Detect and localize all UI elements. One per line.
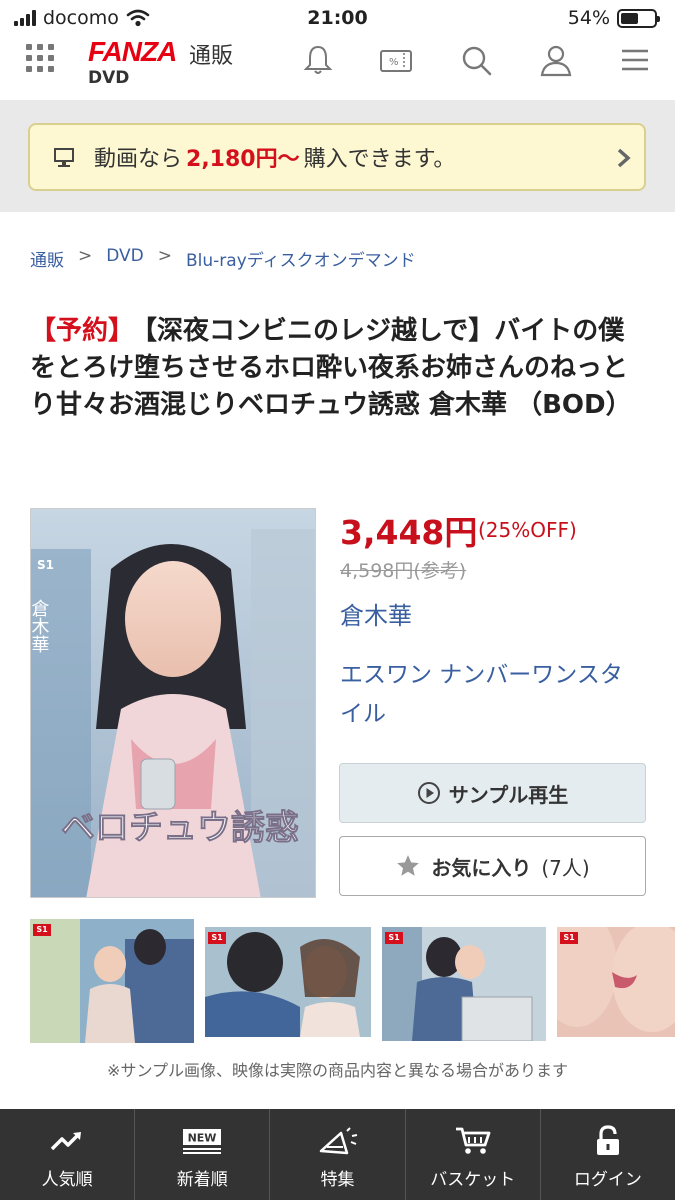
tab-login[interactable]: ログイン xyxy=(541,1109,675,1200)
site-header: FANZA 通販 DVD % xyxy=(0,36,675,100)
cart-icon xyxy=(455,1127,491,1154)
new-badge-text: NEW xyxy=(188,1132,217,1145)
favorite-button[interactable]: お気に入り (7人) xyxy=(339,836,646,896)
promo-area: 動画なら 2,180円〜 購入できます。 xyxy=(0,100,675,212)
wifi-icon xyxy=(126,9,150,27)
favorite-count: (7人) xyxy=(541,855,590,880)
breadcrumb-link-shop[interactable]: 通販 xyxy=(30,246,64,271)
sample-thumbnail[interactable]: S1 xyxy=(30,919,194,1043)
banner-suffix: 購入できます。 xyxy=(303,147,456,172)
breadcrumb-separator: > xyxy=(78,246,93,266)
new-icon: NEW xyxy=(183,1129,222,1154)
sample-play-button[interactable]: サンプル再生 xyxy=(339,763,646,823)
sample-thumbnail[interactable]: S1 xyxy=(205,927,371,1037)
breadcrumb-link-bluray[interactable]: Blu-rayディスクオンデマンド xyxy=(186,246,416,271)
status-bar: docomo 21:00 54% xyxy=(0,0,675,36)
tab-label: 新着順 xyxy=(176,1170,228,1190)
svg-text:%: % xyxy=(389,57,399,68)
search-icon[interactable] xyxy=(458,42,494,78)
bell-icon[interactable] xyxy=(300,42,336,78)
banner-price: 2,180円〜 xyxy=(186,147,300,172)
lock-icon xyxy=(596,1125,619,1155)
sample-play-label: サンプル再生 xyxy=(448,782,569,807)
battery-icon xyxy=(617,8,660,28)
preorder-tag: 【予約】 xyxy=(30,316,135,346)
sample-thumbnail[interactable]: S1 xyxy=(557,927,675,1037)
thumbnail-brand: S1 xyxy=(33,924,51,936)
tab-label: ログイン xyxy=(573,1170,642,1190)
battery-percent: 54% xyxy=(567,7,610,29)
video-promo-banner[interactable]: 動画なら 2,180円〜 購入できます。 xyxy=(28,123,646,191)
actress-link[interactable]: 倉木華 xyxy=(340,596,412,631)
sample-thumbnails: S1 S1 S1 S1 xyxy=(30,919,675,1043)
star-icon xyxy=(397,855,420,876)
maker-link[interactable]: エスワン ナンバーワンスタイル xyxy=(340,656,640,734)
breadcrumb-separator: > xyxy=(157,246,173,266)
thumbnail-brand: S1 xyxy=(385,932,403,944)
play-icon xyxy=(417,782,440,804)
breadcrumb: 通販 > DVD > Blu-rayディスクオンデマンド xyxy=(30,246,416,271)
breadcrumb-link-dvd[interactable]: DVD xyxy=(106,246,144,271)
signal-icon xyxy=(14,10,36,26)
grid-menu-icon[interactable] xyxy=(26,44,54,72)
discount-label: (25%OFF) xyxy=(478,518,577,542)
tab-label: 人気順 xyxy=(41,1170,93,1190)
thumbnail-brand: S1 xyxy=(560,932,578,944)
section-label: DVD xyxy=(88,68,130,88)
tab-label: 特集 xyxy=(320,1170,355,1190)
logo-subtitle[interactable]: 通販 xyxy=(189,38,233,70)
user-icon[interactable] xyxy=(538,42,574,78)
fanza-logo[interactable]: FANZA xyxy=(88,36,177,68)
product-cover-image[interactable]: S1 倉木華 ベロチュウ誘惑 xyxy=(30,508,316,898)
bottom-tab-bar: 人気順 NEW 新着順 特集 バスケット ログイン xyxy=(0,1109,675,1200)
tab-popular[interactable]: 人気順 xyxy=(0,1109,136,1200)
tab-label: バスケット xyxy=(430,1170,516,1190)
tab-feature[interactable]: 特集 xyxy=(270,1109,406,1200)
thumbnail-brand: S1 xyxy=(208,932,226,944)
tab-basket[interactable]: バスケット xyxy=(406,1109,541,1200)
chevron-right-icon xyxy=(617,148,631,168)
banner-prefix: 動画なら xyxy=(94,147,183,172)
favorite-label: お気に入り xyxy=(431,855,532,880)
tab-new[interactable]: NEW 新着順 xyxy=(135,1109,271,1200)
sample-thumbnail[interactable]: S1 xyxy=(382,927,546,1041)
carrier-label: docomo xyxy=(43,7,119,29)
sample-disclaimer: ※サンプル画像、映像は実際の商品内容と異なる場合があります xyxy=(107,1061,568,1080)
product-title: 【予約】 【深夜コンビニのレジ越しで】バイトの僕をとろけ堕ちさせるホロ酔い夜系お姉… xyxy=(30,313,646,424)
reference-price: 4,598円(参考) xyxy=(340,560,467,582)
hamburger-icon[interactable] xyxy=(617,42,653,78)
sale-price: 3,448円 xyxy=(340,513,478,552)
coupon-icon[interactable]: % xyxy=(378,42,414,78)
megaphone-icon xyxy=(319,1127,357,1155)
cover-title: ベロチュウ誘惑 xyxy=(61,808,299,848)
cover-brand: S1 xyxy=(37,558,54,572)
cover-actress: 倉木華 xyxy=(31,599,50,653)
trending-icon xyxy=(50,1132,82,1151)
monitor-icon xyxy=(54,148,74,167)
